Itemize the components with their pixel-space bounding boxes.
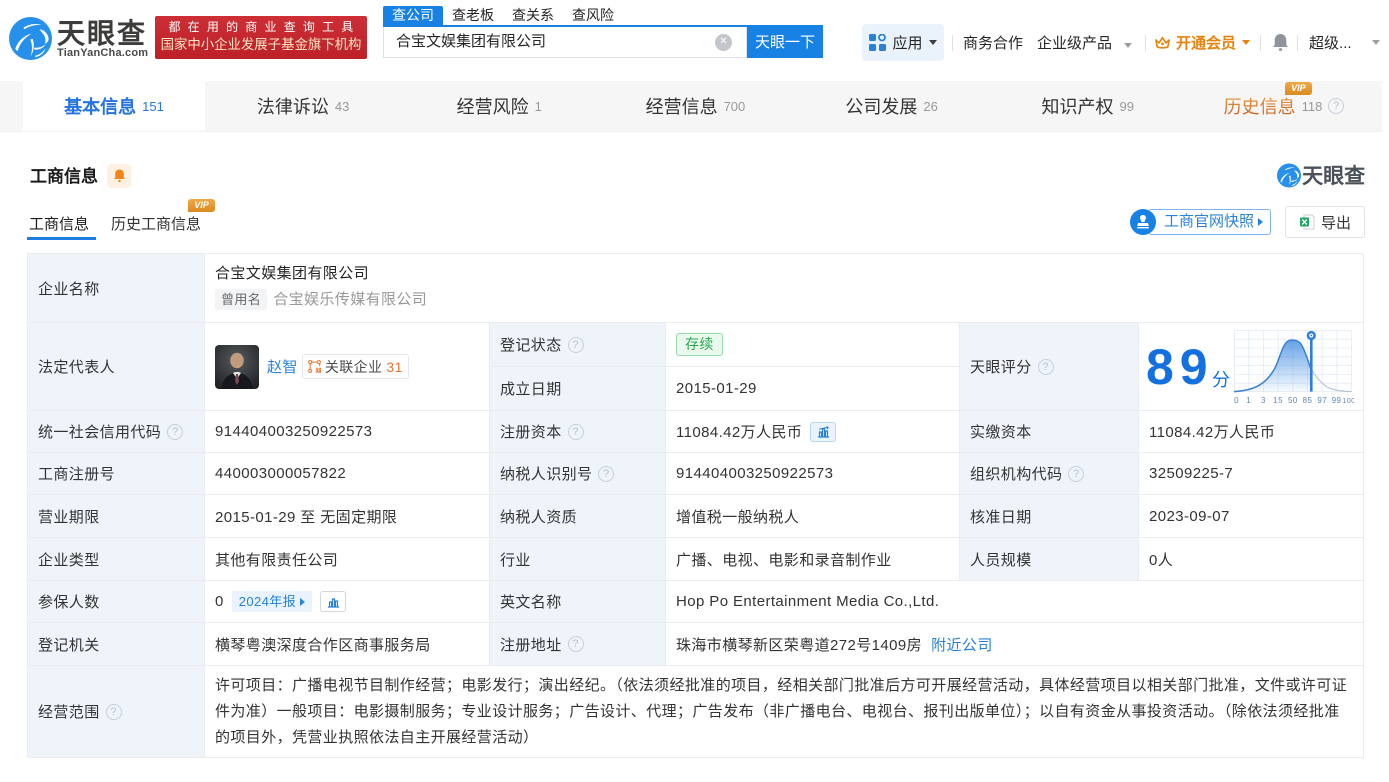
svg-text:100: 100 bbox=[1342, 396, 1354, 405]
svg-text:3: 3 bbox=[1261, 396, 1266, 405]
svg-text:15: 15 bbox=[1273, 396, 1283, 405]
svg-text:企: 企 bbox=[315, 366, 320, 373]
svg-text:50: 50 bbox=[1288, 396, 1298, 405]
svg-text:1: 1 bbox=[1246, 396, 1251, 405]
svg-text:0: 0 bbox=[1234, 396, 1239, 405]
svg-text:99: 99 bbox=[1332, 396, 1342, 405]
svg-text:85: 85 bbox=[1303, 396, 1313, 405]
svg-text:97: 97 bbox=[1317, 396, 1327, 405]
